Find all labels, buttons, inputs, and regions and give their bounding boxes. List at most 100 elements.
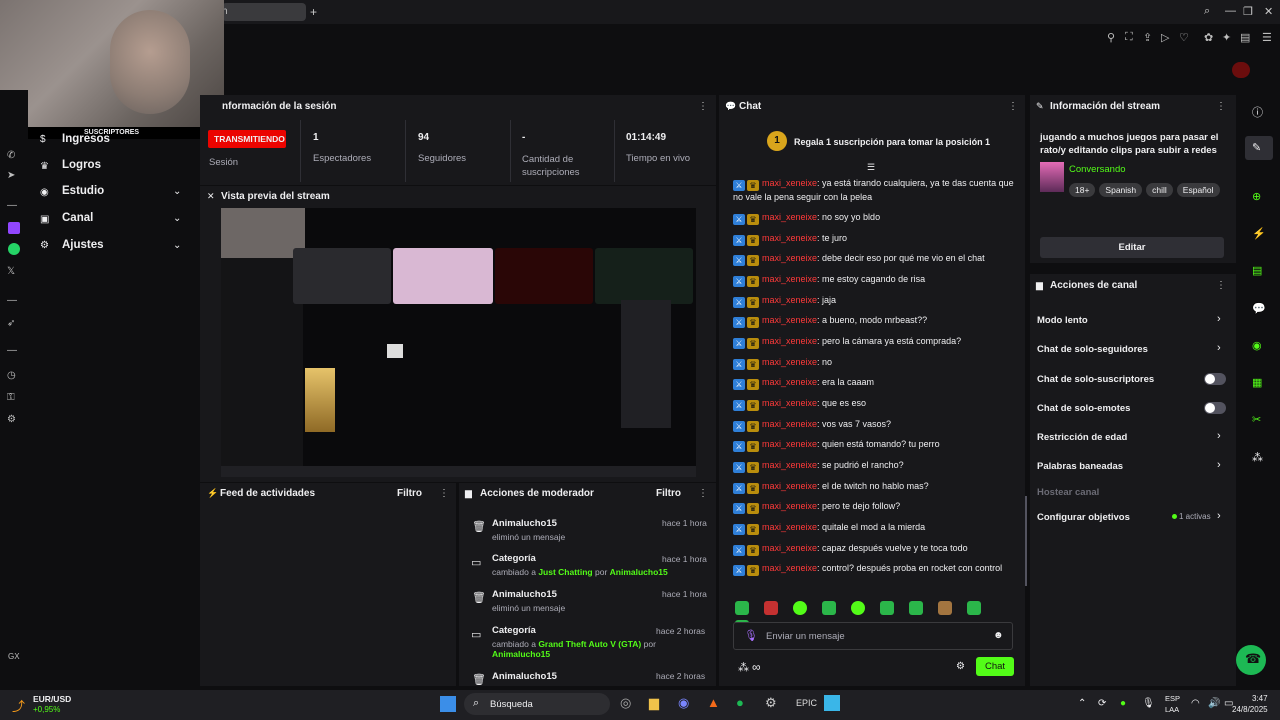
- more-icon[interactable]: ⋮: [1008, 101, 1018, 112]
- wifi-icon[interactable]: ◠: [1191, 698, 1200, 709]
- chat-message[interactable]: ⚔ ♛ maxi_xeneixe: se pudrió el rancho?: [733, 459, 1015, 473]
- chevron-down-icon[interactable]: ⌄: [173, 213, 181, 224]
- action-followers-only[interactable]: Chat de solo-seguidores: [1037, 344, 1148, 355]
- emote-icon[interactable]: [967, 601, 981, 615]
- chat-message[interactable]: ⚔ ♛ maxi_xeneixe: no: [733, 356, 1015, 370]
- close-icon[interactable]: ✕: [207, 191, 215, 202]
- more-icon[interactable]: ⋮: [1216, 101, 1226, 112]
- discord-icon[interactable]: ◉: [678, 695, 689, 711]
- lang-primary[interactable]: ESP: [1165, 694, 1180, 703]
- gift-leaderboard-text[interactable]: Regala 1 suscripción para tomar la posic…: [794, 137, 990, 147]
- chat-username[interactable]: maxi_xeneixe: [762, 439, 817, 449]
- action-goals[interactable]: Configurar objetivos: [1037, 512, 1130, 523]
- chat-message[interactable]: ⚔ ♛ maxi_xeneixe: pero te dejo follow?: [733, 500, 1015, 514]
- layout-icon[interactable]: ▦: [1252, 376, 1262, 389]
- chevron-right-icon[interactable]: ›: [1217, 430, 1221, 442]
- tag-item[interactable]: Spanish: [1099, 183, 1143, 197]
- chat-username[interactable]: maxi_xeneixe: [762, 563, 817, 573]
- arrow-icon[interactable]: ➤: [7, 170, 15, 181]
- chat-username[interactable]: maxi_xeneixe: [762, 481, 817, 491]
- chat-send-button[interactable]: Chat: [976, 657, 1014, 676]
- screenshot-icon[interactable]: ⛶: [1125, 31, 1133, 44]
- chat-username[interactable]: maxi_xeneixe: [762, 253, 817, 263]
- chat-username[interactable]: maxi_xeneixe: [762, 233, 817, 243]
- steam-icon[interactable]: ⚙: [765, 695, 777, 711]
- tray-app-icon[interactable]: ●: [1120, 698, 1126, 709]
- play-icon[interactable]: ▷: [1161, 31, 1169, 44]
- mic-icon[interactable]: 🎙: [1142, 698, 1155, 709]
- nav-item-canal[interactable]: Canal: [62, 212, 93, 224]
- chat-message[interactable]: ⚔ ♛ maxi_xeneixe: era la caaam: [733, 376, 1015, 390]
- broadcast-icon[interactable]: ◉: [1252, 339, 1262, 352]
- close-icon[interactable]: ✕: [1264, 5, 1273, 18]
- chat-message[interactable]: ⚔ ♛ maxi_xeneixe: a bueno, modo mrbeast??: [733, 314, 1015, 328]
- clock-time[interactable]: 3:47: [1252, 694, 1268, 703]
- app-icon[interactable]: ▲: [707, 695, 720, 710]
- chart-icon[interactable]: ⤴: [12, 696, 25, 715]
- chat-username[interactable]: maxi_xeneixe: [762, 501, 817, 511]
- more-icon[interactable]: ⋮: [1216, 280, 1226, 291]
- chat-settings-icon[interactable]: ⚙: [956, 661, 965, 672]
- emote-icon[interactable]: [735, 601, 749, 615]
- emote-icon[interactable]: [764, 601, 778, 615]
- tray-icon[interactable]: ⟳: [1098, 698, 1106, 709]
- epic-icon[interactable]: EPIC: [796, 698, 817, 708]
- emote-icon[interactable]: [880, 601, 894, 615]
- chat-username[interactable]: maxi_xeneixe: [762, 178, 817, 188]
- more-icon[interactable]: ⋮: [698, 488, 708, 499]
- chat-username[interactable]: maxi_xeneixe: [762, 357, 817, 367]
- stream-preview-video[interactable]: [221, 208, 696, 477]
- chat-username[interactable]: maxi_xeneixe: [762, 543, 817, 553]
- chat-message[interactable]: ⚔ ♛ maxi_xeneixe: debe decir eso por qué m…: [733, 252, 1015, 266]
- gx-label[interactable]: GX: [8, 652, 20, 661]
- chevron-down-icon[interactable]: ⌄: [173, 186, 181, 197]
- menu-icon[interactable]: ☰: [1262, 31, 1272, 44]
- category-link[interactable]: Conversando: [1069, 164, 1126, 175]
- emote-icon[interactable]: [851, 601, 865, 615]
- twitch-icon[interactable]: [8, 222, 20, 234]
- tools-icon[interactable]: ✂: [1252, 413, 1261, 426]
- action-slow-mode[interactable]: Modo lento: [1037, 315, 1088, 326]
- editor-icon[interactable]: [824, 695, 840, 711]
- info-icon[interactable]: ⓘ: [1252, 104, 1263, 120]
- send-icon[interactable]: ➶: [7, 318, 15, 329]
- chat-scrollbar[interactable]: [1025, 496, 1027, 586]
- pin-icon[interactable]: ⚲: [1107, 31, 1115, 44]
- restore-icon[interactable]: ❐: [1243, 5, 1253, 18]
- chat-username[interactable]: maxi_xeneixe: [762, 460, 817, 470]
- tag-item[interactable]: chill: [1146, 183, 1173, 197]
- windows-start-icon[interactable]: [440, 696, 456, 712]
- subs-only-toggle[interactable]: [1204, 373, 1226, 385]
- chat-message[interactable]: ⚔ ♛ maxi_xeneixe: quien está tomando? tu p…: [733, 438, 1015, 452]
- spotify-icon[interactable]: ●: [736, 695, 744, 710]
- whatsapp-icon[interactable]: [8, 243, 20, 255]
- more-icon[interactable]: ⋮: [698, 101, 708, 112]
- volume-icon[interactable]: 🔊: [1208, 698, 1220, 709]
- extension-icon[interactable]: ✿: [1204, 31, 1213, 44]
- emote-icon[interactable]: [938, 601, 952, 615]
- chat-username[interactable]: maxi_xeneixe: [762, 295, 817, 305]
- mod-filter-button[interactable]: Filtro: [656, 488, 681, 499]
- profile-avatar[interactable]: [1232, 62, 1250, 78]
- chat-message[interactable]: ⚔ ♛ maxi_xeneixe: ya está tirando cualquie…: [733, 177, 1015, 204]
- more-options-icon[interactable]: ⁂: [1252, 451, 1263, 464]
- nav-item-ingresos[interactable]: Ingresos: [62, 133, 110, 145]
- action-banned-words[interactable]: Palabras baneadas: [1037, 461, 1123, 472]
- nav-item-ajustes[interactable]: Ajustes: [62, 239, 104, 251]
- mic-icon[interactable]: 🎙: [744, 629, 758, 642]
- emote-icon[interactable]: [909, 601, 923, 615]
- x-icon[interactable]: 𝕏: [7, 266, 15, 277]
- folder-icon[interactable]: ▆: [649, 695, 659, 711]
- support-button[interactable]: ☎: [1236, 645, 1266, 675]
- more-icon[interactable]: ⋮: [439, 488, 449, 499]
- activity-filter-button[interactable]: Filtro: [397, 488, 422, 499]
- tray-up-icon[interactable]: ⌃: [1078, 698, 1086, 709]
- emoji-icon[interactable]: ☻: [993, 630, 1004, 641]
- chat-username[interactable]: maxi_xeneixe: [762, 398, 817, 408]
- chat-username[interactable]: maxi_xeneixe: [762, 377, 817, 387]
- gear-icon[interactable]: ⚙: [7, 414, 16, 425]
- target-icon[interactable]: ⊕: [1252, 190, 1261, 203]
- chat-message[interactable]: ⚔ ♛ maxi_xeneixe: el de twitch no hablo ma…: [733, 480, 1015, 494]
- browser-tab[interactable]: h: [222, 3, 306, 21]
- chat-message[interactable]: ⚔ ♛ maxi_xeneixe: no soy yo bldo: [733, 211, 1015, 225]
